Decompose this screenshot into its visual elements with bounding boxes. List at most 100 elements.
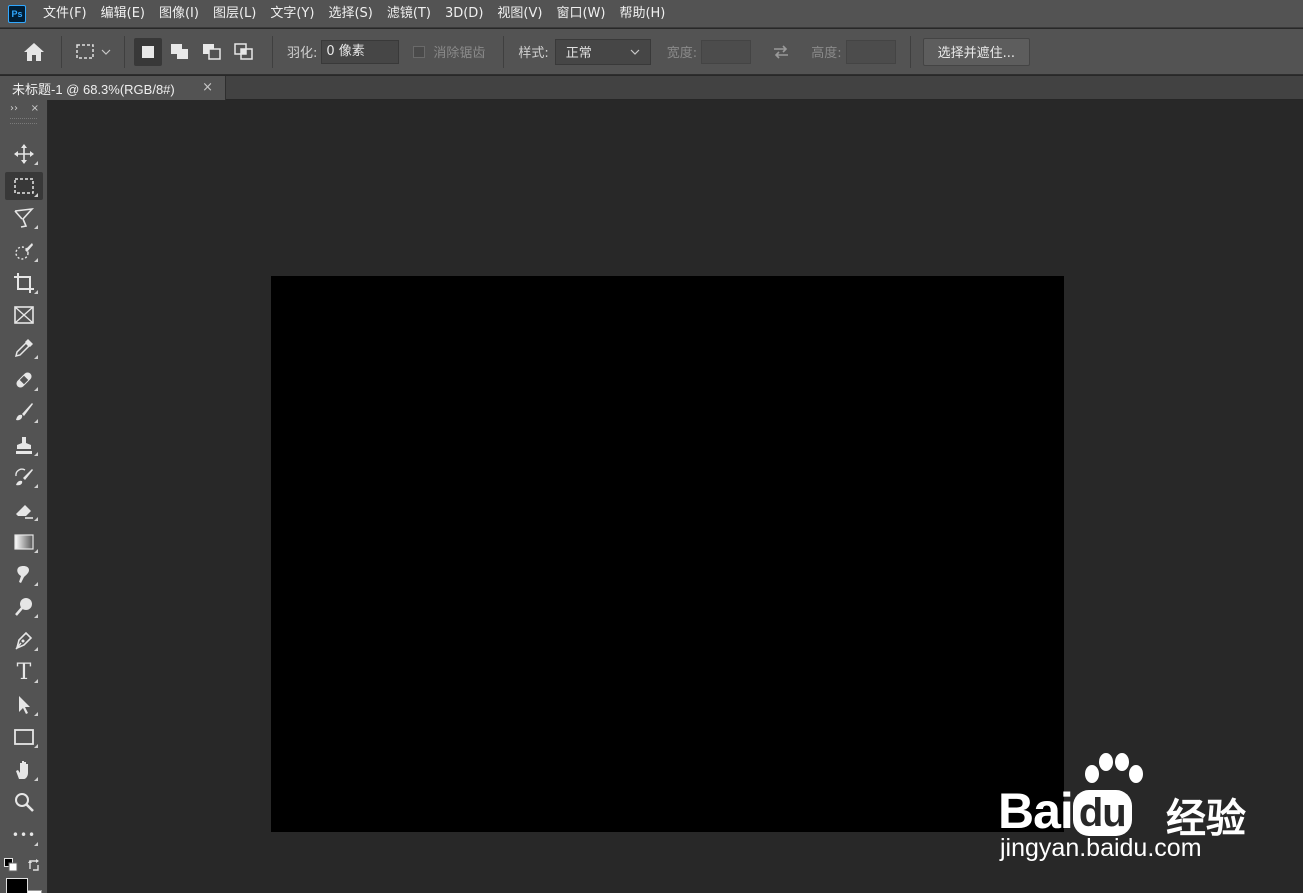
eraser-tool-button[interactable] [5,496,43,524]
close-tab-icon[interactable]: × [202,80,213,95]
home-button[interactable] [14,35,54,69]
collapse-panel-icon[interactable]: ›› [10,103,18,114]
separator [503,35,505,68]
smudge-tool-button[interactable] [5,561,43,589]
tools-panel-header: ›› × [0,100,47,116]
width-input[interactable] [701,39,752,64]
path-selection-arrow-icon [19,696,30,714]
eyedropper-icon [14,339,33,358]
menu-select[interactable]: 选择(S) [321,0,379,28]
close-panel-icon[interactable]: × [31,103,39,114]
rectangular-marquee-icon [76,43,94,59]
brush-icon [16,403,33,421]
rectangle-shape-icon [14,729,34,745]
frame-icon [14,306,34,324]
frame-tool-button[interactable] [5,301,43,329]
rectangle-tool-button[interactable] [5,723,43,751]
bandage-icon [16,372,32,388]
watermark-url: jingyan.baidu.com [1000,834,1202,862]
hand-tool-button[interactable] [5,756,43,784]
intersect-selection-icon [234,42,253,60]
menu-file[interactable]: 文件(F) [43,0,94,28]
gradient-icon [14,534,34,550]
eyedropper-tool-button[interactable] [5,334,43,362]
move-tool-button[interactable] [5,140,43,168]
options-bar: 羽化: 0 像素 消除锯齿 样式: 正常 宽度: 高度: 选择并遮住... [0,29,1303,75]
baidu-jingyan-watermark: Bai du 经验 jingyan.baidu.com [998,752,1246,872]
panel-grip[interactable] [10,118,37,124]
menu-type[interactable]: 文字(Y) [263,0,321,28]
clone-stamp-tool-button[interactable] [5,431,43,459]
quick-selection-tool-button[interactable] [5,237,43,265]
color-swatches [4,854,44,893]
swap-width-height-button[interactable] [751,37,811,67]
foreground-color-swatch[interactable] [6,878,28,893]
crop-tool-button[interactable] [5,269,43,297]
clone-stamp-icon [16,437,32,454]
menu-view[interactable]: 视图(V) [490,0,549,28]
chevron-down-icon [630,49,640,55]
width-label: 宽度: [666,46,698,61]
photoshop-logo-icon: Ps [8,4,26,23]
subtract-from-selection-button[interactable] [198,38,226,66]
pen-tool-button[interactable] [5,626,43,654]
menu-image[interactable]: 图像(I) [152,0,206,28]
anti-alias-checkbox[interactable] [413,45,426,58]
path-selection-tool-button[interactable] [5,691,43,719]
tool-preset-picker[interactable] [69,37,117,67]
move-icon [14,144,34,164]
rectangular-marquee-tool-button[interactable] [5,172,43,200]
separator [61,35,62,68]
crop-icon [14,273,34,293]
history-brush-icon [15,468,33,486]
separator [909,35,911,68]
document-tab[interactable]: 未标题-1 @ 68.3%(RGB/8#) × [0,76,226,100]
style-select[interactable]: 正常 [554,38,651,65]
zoom-magnifier-icon [15,793,34,812]
edit-toolbar-button[interactable]: ••• [5,821,43,849]
menu-edit[interactable]: 编辑(E) [94,0,152,28]
more-dots-icon: ••• [11,828,37,842]
subtract-from-selection-icon [203,43,221,60]
history-brush-tool-button[interactable] [5,463,43,491]
dodge-icon [15,598,32,616]
default-colors-icon[interactable] [4,858,18,872]
swap-colors-icon[interactable] [26,857,42,873]
watermark-brand-bai: Bai [998,783,1074,839]
style-label: 样式: [518,46,549,61]
watermark-brand: Bai du [998,782,1132,840]
zoom-tool-button[interactable] [5,788,43,816]
feather-input[interactable]: 0 像素 [321,39,400,64]
menu-bar: Ps 文件(F) 编辑(E) 图像(I) 图层(L) 文字(Y) 选择(S) 滤… [0,0,1303,28]
add-to-selection-button[interactable] [166,38,194,66]
eraser-icon [16,505,33,519]
intersect-selection-button[interactable] [230,38,258,66]
document-tab-title: 未标题-1 @ 68.3%(RGB/8#) [12,81,175,97]
new-selection-button[interactable] [134,37,162,66]
hand-icon [16,761,28,779]
menu-3d[interactable]: 3D(D) [438,0,490,28]
swap-arrows-icon [774,44,789,59]
spot-healing-tool-button[interactable] [5,366,43,394]
chevron-down-icon [101,49,111,55]
style-select-value: 正常 [565,46,592,61]
brush-tool-button[interactable] [5,398,43,426]
height-input[interactable] [845,39,896,64]
menu-filter[interactable]: 滤镜(T) [380,0,438,28]
type-tool-button[interactable]: T [5,658,43,686]
new-selection-icon [142,45,154,58]
document-canvas[interactable] [271,276,1064,832]
select-and-mask-button[interactable]: 选择并遮住... [922,37,1030,66]
lasso-tool-button[interactable] [5,204,43,232]
tools-panel: ›› × T ••• [0,100,48,893]
height-label: 高度: [811,46,842,61]
polygonal-lasso-icon [14,207,35,228]
smudge-icon [17,566,29,583]
menu-window[interactable]: 窗口(W) [549,0,612,28]
menu-help[interactable]: 帮助(H) [612,0,672,28]
gradient-tool-button[interactable] [5,528,43,556]
anti-alias-label: 消除锯齿 [433,46,486,61]
menu-layer[interactable]: 图层(L) [206,0,263,28]
separator [124,35,125,68]
dodge-tool-button[interactable] [5,593,43,621]
